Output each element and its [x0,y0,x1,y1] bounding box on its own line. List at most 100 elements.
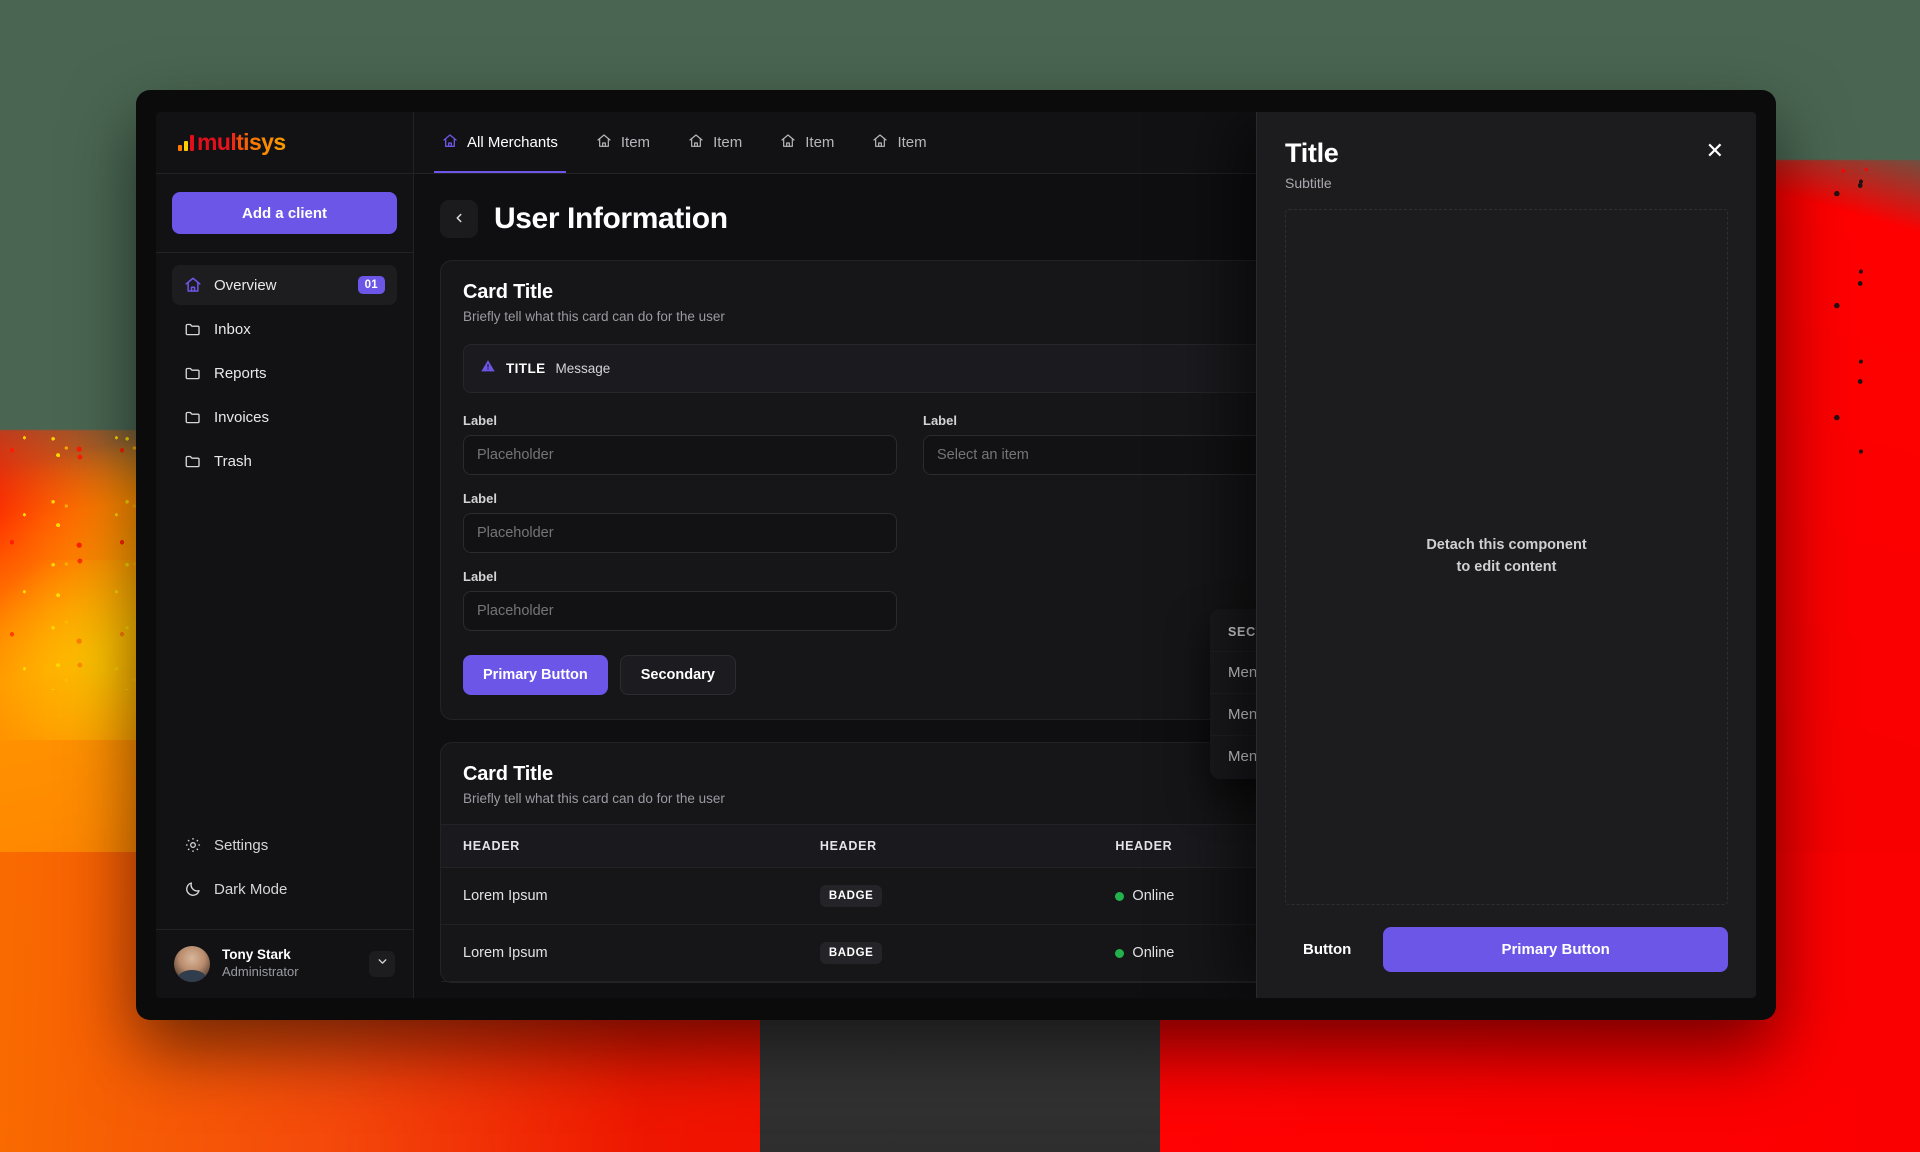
home-icon [596,133,612,153]
status-badge: BADGE [819,885,883,907]
sidebar-badge-overview: 01 [357,276,385,294]
tab-label: All Merchants [467,134,558,151]
folder-icon [184,408,202,426]
primary-button[interactable]: Primary Button [463,655,608,695]
app-window: multisys Add a client Overview 01 Inbox … [156,112,1756,998]
field-1: Label [463,413,897,475]
form-card-header: Card Title Briefly tell what this card c… [441,261,1379,324]
tab-label: Item [620,134,651,151]
field-label: Label [463,569,497,584]
drawer-footer: Button Primary Button [1257,905,1756,998]
home-icon [184,276,202,294]
warning-triangle-icon [480,358,496,379]
tab-all-merchants[interactable]: All Merchants [434,112,566,173]
tab-item-3[interactable]: Item [778,112,836,173]
monitor: multisys Add a client Overview 01 Inbox … [136,90,1776,1020]
main-area: All Merchants Item Item Item Item User I… [414,112,1756,998]
moon-icon [184,880,202,898]
sidebar-item-inbox[interactable]: Inbox [172,309,397,349]
sidebar: multisys Add a client Overview 01 Inbox … [156,112,414,998]
sidebar-item-settings[interactable]: Settings [172,825,397,865]
user-meta: Tony Stark Administrator [222,947,357,980]
tab-item-4[interactable]: Item [870,112,928,173]
drawer-secondary-button[interactable]: Button [1285,929,1369,970]
gear-icon [184,836,202,854]
status-badge: BADGE [819,942,883,964]
table-cell-name: Lorem Ipsum [441,867,798,925]
sidebar-item-overview[interactable]: Overview 01 [172,265,397,305]
brand-logo: multisys [156,112,413,174]
folder-icon [184,452,202,470]
tab-label: Item [897,134,927,151]
back-button[interactable] [440,200,478,238]
home-icon [872,133,888,153]
table-header-cell: HEADER [797,824,1094,868]
home-icon [442,133,458,153]
sidebar-item-label: Reports [214,364,267,382]
close-icon[interactable]: ✕ [1702,138,1728,164]
alert-banner: TITLE Message [463,344,1357,393]
data-table: HEADER HEADER HEADER Lorem Ipsum BADGE O… [441,824,1379,982]
avatar [174,946,210,982]
field-label: Label [463,491,497,506]
text-input-1[interactable] [463,435,897,475]
side-drawer: Title Subtitle ✕ Detach this component t… [1256,112,1756,998]
table-header-row: HEADER HEADER HEADER [441,824,1379,868]
sidebar-item-label: Settings [214,836,269,854]
card-subtitle: Briefly tell what this card can do for t… [463,791,725,806]
drawer-primary-button[interactable]: Primary Button [1383,927,1728,972]
folder-icon [184,320,202,338]
chevron-left-icon [452,209,466,230]
drawer-body: Detach this component to edit content [1285,209,1728,905]
sidebar-item-label: Inbox [214,320,251,338]
home-icon [688,133,704,153]
field-4: Label [463,569,897,631]
table-cell-name: Lorem Ipsum [441,924,798,982]
add-client-section: Add a client [156,174,413,253]
bar-chart-logo-icon [178,134,194,151]
sidebar-item-dark-mode[interactable]: Dark Mode [172,869,397,909]
tab-label: Item [805,134,835,151]
text-input-2[interactable] [463,513,897,553]
table-row[interactable]: Lorem Ipsum BADGE Online [441,867,1379,925]
detach-message: Detach this component to edit content [1426,535,1586,579]
sidebar-item-label: Trash [214,452,252,470]
sidebar-nav: Overview 01 Inbox Reports Invoices Trash [156,253,413,815]
user-profile-row[interactable]: Tony Stark Administrator [156,930,413,998]
sidebar-item-invoices[interactable]: Invoices [172,397,397,437]
alert-message: Message [555,361,611,376]
status-text: Online [1132,888,1175,904]
secondary-button[interactable]: Secondary [619,655,736,695]
folder-icon [184,364,202,382]
detach-message-line2: to edit content [1456,559,1557,575]
table-cell-badge: BADGE [797,867,1094,925]
drawer-subtitle: Subtitle [1285,175,1332,191]
table-row[interactable]: Lorem Ipsum BADGE Online [441,924,1379,982]
card-subtitle: Briefly tell what this card can do for t… [463,309,725,324]
tab-label: Item [713,134,743,151]
add-client-button[interactable]: Add a client [172,192,397,234]
status-dot-icon [1115,948,1125,958]
user-role: Administrator [222,964,299,980]
drawer-header: Title Subtitle ✕ [1257,112,1756,209]
home-icon [780,133,796,153]
brand-wordmark: multisys [197,129,286,155]
drawer-title: Title [1285,138,1339,168]
sidebar-item-label: Overview [214,276,277,294]
field-label: Label [463,413,497,428]
status-text: Online [1132,945,1175,961]
tab-item-1[interactable]: Item [594,112,652,173]
user-menu-toggle[interactable] [369,951,395,977]
alert-title: TITLE [506,361,546,376]
field-3: Label [463,491,897,553]
sidebar-item-label: Dark Mode [214,880,288,898]
page-title: User Information [494,202,728,235]
tab-item-2[interactable]: Item [686,112,744,173]
detach-message-line1: Detach this component [1426,537,1587,554]
text-input-3[interactable] [463,591,897,631]
sidebar-item-label: Invoices [214,408,270,426]
status-dot-icon [1115,891,1125,901]
sidebar-item-reports[interactable]: Reports [172,353,397,393]
sidebar-item-trash[interactable]: Trash [172,441,397,481]
sidebar-secondary-nav: Settings Dark Mode [156,815,413,930]
